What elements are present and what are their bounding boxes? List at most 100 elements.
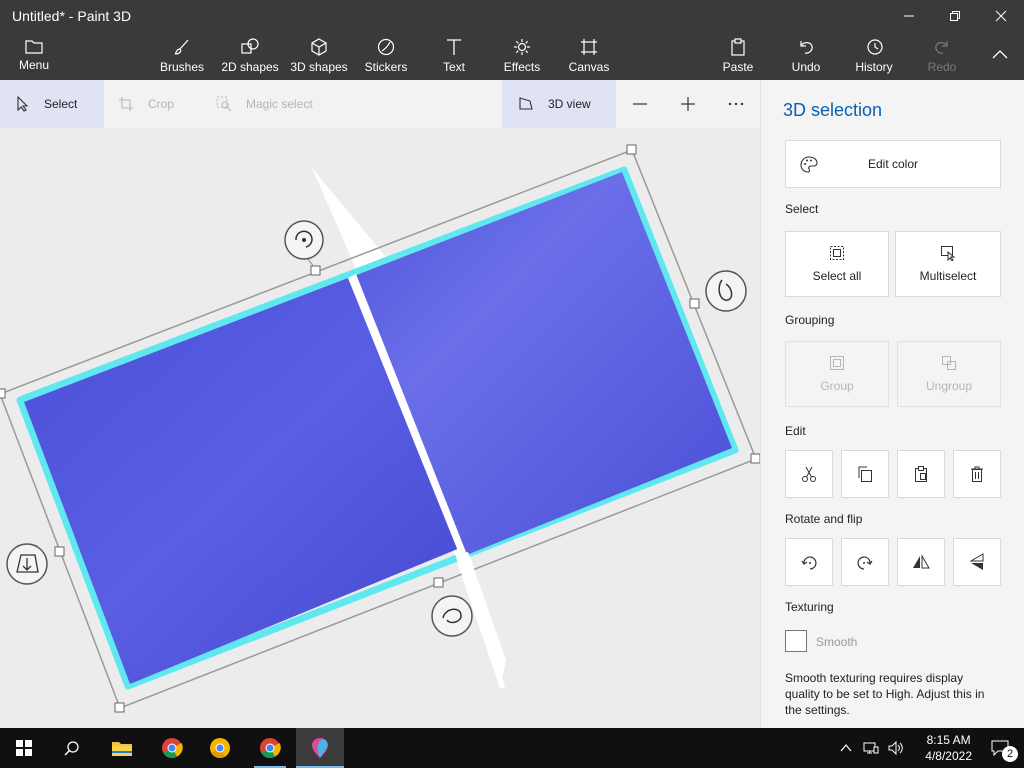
- flip-horizontal-button[interactable]: [897, 538, 945, 586]
- notification-count-badge: 2: [1002, 746, 1018, 762]
- copy-button[interactable]: [841, 450, 889, 498]
- rotate-handle-anchor[interactable]: [689, 298, 700, 309]
- flip-vertical-button[interactable]: [953, 538, 1001, 586]
- chrome-profile-taskbar-button[interactable]: [246, 728, 294, 768]
- rotate-handle-anchor[interactable]: [310, 265, 321, 276]
- volume-tray-button[interactable]: [884, 728, 908, 768]
- chrome-canary-taskbar-button[interactable]: [196, 728, 244, 768]
- 2d-shapes-icon: [241, 38, 259, 54]
- search-button[interactable]: [48, 728, 96, 768]
- brush-icon: [174, 39, 189, 55]
- paste-label: Paste: [722, 60, 754, 74]
- edit-color-button[interactable]: Edit color: [785, 140, 1001, 188]
- select-all-button[interactable]: Select all: [785, 231, 889, 297]
- zoom-out-button[interactable]: [624, 80, 656, 128]
- history-icon: [867, 39, 883, 55]
- resize-handle[interactable]: [0, 388, 6, 399]
- text-icon: [447, 39, 461, 55]
- clock-date: 4/8/2022: [925, 749, 972, 763]
- magic-select-tool[interactable]: Magic select: [216, 80, 336, 128]
- canvas-button[interactable]: Canvas: [566, 32, 612, 80]
- crop-tool[interactable]: Crop: [118, 80, 198, 128]
- rotate-left-button[interactable]: [785, 538, 833, 586]
- 3d-shapes-button[interactable]: 3D shapes: [288, 32, 350, 80]
- collapse-ribbon-button[interactable]: [980, 32, 1020, 80]
- 3d-view-label: 3D view: [548, 97, 591, 111]
- more-options-button[interactable]: [720, 80, 752, 128]
- brushes-button[interactable]: Brushes: [154, 32, 210, 80]
- history-button[interactable]: History: [850, 32, 898, 80]
- start-button[interactable]: [0, 728, 48, 768]
- rotate-z-handle[interactable]: [284, 220, 324, 260]
- 2d-shapes-button[interactable]: 2D shapes: [220, 32, 280, 80]
- rotate-y-handle[interactable]: [705, 270, 747, 312]
- rotate-right-button[interactable]: [841, 538, 889, 586]
- 3d-scene[interactable]: [0, 128, 760, 728]
- copy-icon: [858, 466, 872, 482]
- edit-heading: Edit: [785, 424, 806, 438]
- group-label: Group: [820, 379, 854, 393]
- chevron-up-icon: [840, 744, 852, 752]
- multiselect-label: Multiselect: [919, 269, 977, 283]
- network-tray-button[interactable]: [858, 728, 884, 768]
- crop-icon: [119, 97, 133, 111]
- multiselect-button[interactable]: Multiselect: [895, 231, 1001, 297]
- multiselect-icon: [941, 246, 956, 261]
- grouping-heading: Grouping: [785, 313, 835, 327]
- minimize-button[interactable]: [886, 0, 932, 32]
- undo-label: Undo: [791, 60, 821, 74]
- group-icon: [830, 356, 844, 370]
- restore-button[interactable]: [932, 0, 978, 32]
- redo-icon: [935, 41, 948, 54]
- 3d-view-icon: [519, 97, 533, 110]
- rotate-handle-anchor[interactable]: [433, 577, 444, 588]
- resize-handle[interactable]: [750, 453, 760, 464]
- select-tool[interactable]: Select: [0, 80, 104, 128]
- windows-icon: [16, 740, 32, 756]
- ungroup-icon: [942, 356, 956, 370]
- magic-select-icon: [216, 96, 232, 112]
- plus-icon: [681, 97, 695, 111]
- undo-button[interactable]: Undo: [784, 32, 828, 80]
- paint-3d-taskbar-button[interactable]: [296, 728, 344, 768]
- crop-label: Crop: [148, 97, 175, 111]
- redo-label: Redo: [927, 60, 957, 74]
- rotate-handle-anchor[interactable]: [54, 546, 65, 557]
- text-button[interactable]: Text: [434, 32, 474, 80]
- action-center-button[interactable]: 2: [976, 728, 1024, 768]
- select-label: Select: [44, 97, 78, 111]
- cursor-icon: [17, 96, 29, 112]
- ungroup-button[interactable]: Ungroup: [897, 341, 1001, 407]
- close-button[interactable]: [978, 0, 1024, 32]
- taskbar: 8:15 AM 4/8/2022 2: [0, 728, 1024, 768]
- smooth-checkbox[interactable]: [785, 630, 807, 652]
- effects-button[interactable]: Effects: [500, 32, 544, 80]
- select-all-label: Select all: [812, 269, 862, 283]
- rotate-right-icon: [857, 556, 873, 570]
- show-hidden-icons-button[interactable]: [834, 728, 858, 768]
- delete-button[interactable]: [953, 450, 1001, 498]
- chrome-icon: [260, 738, 281, 758]
- clock[interactable]: 8:15 AM 4/8/2022: [925, 732, 972, 764]
- smooth-texturing-note: Smooth texturing requires display qualit…: [785, 671, 985, 717]
- chrome-icon: [162, 738, 183, 758]
- paste-panel-button[interactable]: [897, 450, 945, 498]
- push-back-handle[interactable]: [6, 543, 48, 585]
- menu-label: Menu: [18, 58, 50, 72]
- canvas-area[interactable]: [0, 128, 760, 728]
- 3d-view-toggle[interactable]: 3D view: [502, 80, 616, 128]
- menu-button[interactable]: Menu: [10, 32, 58, 80]
- stickers-button[interactable]: Stickers: [360, 32, 412, 80]
- zoom-in-button[interactable]: [672, 80, 704, 128]
- ungroup-label: Ungroup: [925, 379, 973, 393]
- scissors-icon: [802, 466, 816, 482]
- resize-handle[interactable]: [114, 702, 125, 713]
- chrome-taskbar-button[interactable]: [148, 728, 196, 768]
- cut-button[interactable]: [785, 450, 833, 498]
- paste-button[interactable]: Paste: [716, 32, 760, 80]
- rotate-x-handle[interactable]: [431, 595, 473, 637]
- resize-handle[interactable]: [626, 144, 637, 155]
- group-button[interactable]: Group: [785, 341, 889, 407]
- redo-button[interactable]: Redo: [920, 32, 964, 80]
- file-explorer-taskbar-button[interactable]: [98, 728, 146, 768]
